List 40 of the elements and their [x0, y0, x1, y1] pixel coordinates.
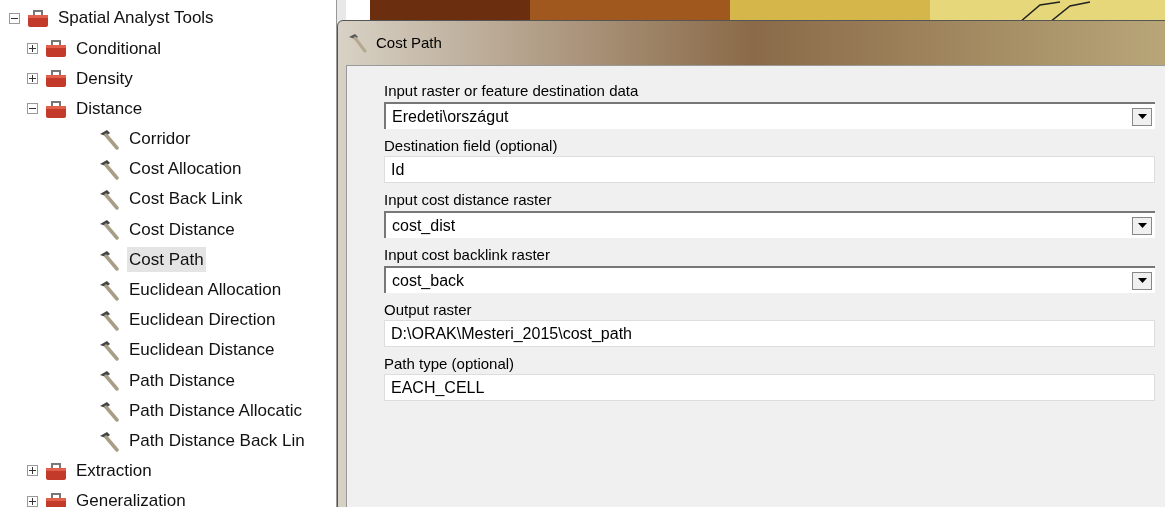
- tree-item[interactable]: Extraction: [74, 458, 154, 484]
- collapse-icon[interactable]: [27, 103, 38, 115]
- expand-icon[interactable]: [27, 72, 38, 84]
- tree-item[interactable]: Cost Distance: [127, 216, 237, 243]
- tree-item[interactable]: Euclidean Allocation: [127, 277, 284, 303]
- tree-item[interactable]: Spatial Analyst Tools: [56, 5, 216, 31]
- tree-item[interactable]: Corridor: [127, 126, 193, 152]
- input-field[interactable]: EACH_CELL: [384, 374, 1155, 401]
- toolbox-icon: [26, 7, 50, 30]
- input-field[interactable]: Id: [384, 156, 1155, 183]
- parameter-label: Destination field (optional): [384, 137, 558, 155]
- parameter-label: Output raster: [384, 301, 472, 319]
- expand-icon[interactable]: [27, 465, 38, 477]
- tree-item[interactable]: Euclidean Distance: [127, 337, 277, 363]
- tree-item[interactable]: Path Distance Back Lin: [127, 427, 307, 454]
- tree-item[interactable]: Density: [74, 65, 135, 92]
- tree-item[interactable]: Generalization: [74, 488, 188, 507]
- tree-item[interactable]: Cost Back Link: [127, 186, 245, 212]
- input-field[interactable]: D:\ORAK\Mesteri_2015\cost_path: [384, 320, 1155, 347]
- tree-item[interactable]: Cost Allocation: [127, 156, 244, 182]
- tree-item[interactable]: Cost Path: [127, 246, 206, 273]
- toolbox-icon: [44, 67, 68, 90]
- parameter-label: Path type (optional): [384, 355, 515, 373]
- collapse-icon[interactable]: [9, 12, 20, 24]
- tree-item[interactable]: Euclidean Direction: [127, 307, 278, 333]
- toolbox-icon: [44, 490, 68, 507]
- tree-item[interactable]: Conditional: [74, 35, 164, 62]
- expand-icon[interactable]: [27, 42, 38, 54]
- parameter-label: Input cost backlink raster: [384, 246, 550, 264]
- dropdown-field[interactable]: cost_back: [384, 266, 1155, 293]
- dropdown-field[interactable]: Eredeti\országut: [384, 102, 1155, 129]
- expand-icon[interactable]: [27, 495, 38, 507]
- toolbox-icon: [44, 37, 68, 60]
- window-title: Cost Path: [376, 32, 442, 53]
- parameter-label: Input cost distance raster: [384, 191, 552, 209]
- tree-item[interactable]: Path Distance: [127, 367, 237, 394]
- tree-item[interactable]: Distance: [74, 95, 145, 122]
- parameter-label: Input raster or feature destination data: [384, 82, 639, 100]
- dropdown-field[interactable]: cost_dist: [384, 211, 1155, 238]
- tree-item[interactable]: Path Distance Allocatic: [127, 397, 304, 424]
